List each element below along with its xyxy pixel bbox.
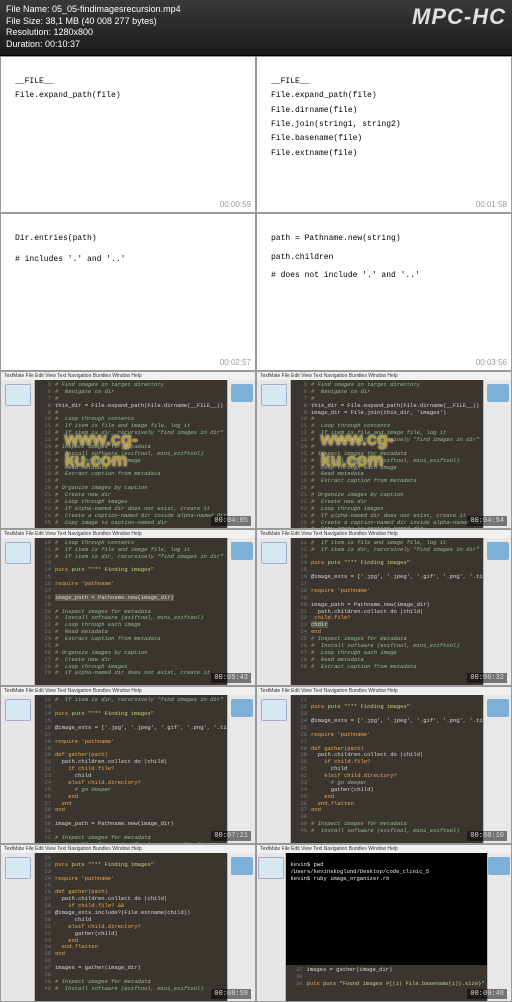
filename-label: File Name: 05_05-findimagesrecursion.mp4 — [6, 4, 181, 16]
file-panel — [1, 853, 35, 1001]
code-area: 5# Find images in target directory 6# Na… — [35, 380, 227, 528]
folder-icon — [487, 542, 509, 560]
dock — [483, 380, 511, 528]
thumb-4[interactable]: path = Pathname.new(string) path.childre… — [256, 213, 512, 371]
thumb-2[interactable]: __FILE__ File.expand_path(file) File.dir… — [256, 56, 512, 214]
file-icon — [5, 699, 31, 721]
timestamp: 00:01:58 — [476, 200, 507, 209]
file-icon — [5, 857, 31, 879]
folder-icon — [487, 384, 509, 402]
timestamp: 00:08:10 — [467, 831, 507, 841]
file-panel — [257, 538, 291, 686]
menubar: TextMate File Edit View Text Navigation … — [1, 372, 255, 380]
timestamp: 00:06:32 — [467, 673, 507, 683]
timestamp: 00:07:21 — [211, 831, 251, 841]
thumb-8[interactable]: TextMate File Edit View Text Navigation … — [256, 529, 512, 687]
timestamp: 00:03:56 — [476, 358, 507, 367]
dock — [483, 538, 511, 686]
dock — [483, 695, 511, 843]
file-icon — [261, 542, 287, 564]
app-name: MPC-HC — [412, 4, 506, 51]
file-icon — [258, 857, 284, 879]
menubar: TextMate File Edit View Text Navigation … — [257, 372, 511, 380]
code-line: # does not include '.' and '..' — [271, 269, 497, 283]
thumb-5[interactable]: TextMate File Edit View Text Navigation … — [0, 371, 256, 529]
code-area: 21 22puts puts "*** Finding images" 23 2… — [35, 853, 227, 1001]
dock — [227, 538, 255, 686]
code-line: File.expand_path(file) — [15, 89, 241, 103]
file-panel — [257, 695, 291, 843]
resolution-label: Resolution: 1280x800 — [6, 27, 181, 39]
file-panel — [257, 380, 291, 528]
file-panel — [1, 538, 35, 686]
thumb-12[interactable]: TextMate File Edit View Text Navigation … — [256, 844, 512, 1002]
code-area: 11# If item is file and image file, log … — [291, 538, 483, 686]
folder-icon — [488, 857, 510, 875]
code-line: Dir.entries(path) — [15, 232, 241, 246]
menubar: TextMate File Edit View Text Navigation … — [257, 845, 511, 853]
code-line: path = Pathname.new(string) — [271, 232, 497, 246]
code-area: 5# Find images in target directory 6# Na… — [291, 380, 483, 528]
menubar: TextMate File Edit View Text Navigation … — [257, 530, 511, 538]
menubar: TextMate File Edit View Text Navigation … — [1, 845, 255, 853]
file-icon — [5, 384, 31, 406]
thumb-9[interactable]: TextMate File Edit View Text Navigation … — [0, 686, 256, 844]
file-panel — [1, 695, 35, 843]
timestamp: 00:05:43 — [211, 673, 251, 683]
thumb-3[interactable]: Dir.entries(path) # includes '.' and '..… — [0, 213, 256, 371]
thumb-6[interactable]: TextMate File Edit View Text Navigation … — [256, 371, 512, 529]
code-line: # includes '.' and '..' — [15, 253, 241, 267]
code-line: File.extname(file) — [271, 147, 497, 161]
duration-label: Duration: 00:10:37 — [6, 39, 181, 51]
code-line: __FILE__ — [271, 75, 497, 89]
folder-icon — [231, 857, 253, 875]
code-line: File.basename(file) — [271, 132, 497, 146]
timestamp: 00:00:59 — [220, 200, 251, 209]
file-icon — [261, 384, 287, 406]
file-info: File Name: 05_05-findimagesrecursion.mp4… — [6, 4, 181, 51]
folder-icon — [231, 384, 253, 402]
thumb-11[interactable]: TextMate File Edit View Text Navigation … — [0, 844, 256, 1002]
code-line: path.children — [271, 251, 497, 265]
file-icon — [261, 699, 287, 721]
menubar: TextMate File Edit View Text Navigation … — [1, 687, 255, 695]
file-panel — [1, 380, 35, 528]
menubar: TextMate File Edit View Text Navigation … — [1, 530, 255, 538]
thumb-10[interactable]: TextMate File Edit View Text Navigation … — [256, 686, 512, 844]
folder-icon — [231, 699, 253, 717]
file-panel — [257, 853, 286, 1001]
thumb-7[interactable]: TextMate File Edit View Text Navigation … — [0, 529, 256, 687]
code-line: __FILE__ — [15, 75, 241, 89]
code-area: 21 22puts puts "*** Finding images" 23 2… — [291, 695, 483, 843]
code-line: File.expand_path(file) — [271, 89, 497, 103]
dock — [227, 853, 255, 1001]
thumbnail-grid: __FILE__ File.expand_path(file) 00:00:59… — [0, 56, 512, 1002]
menubar: TextMate File Edit View Text Navigation … — [257, 687, 511, 695]
timestamp: 00:04:05 — [211, 516, 251, 526]
thumb-1[interactable]: __FILE__ File.expand_path(file) 00:00:59 — [0, 56, 256, 214]
folder-icon — [487, 699, 509, 717]
timestamp: 00:04:54 — [467, 516, 507, 526]
code-line: File.dirname(file) — [271, 104, 497, 118]
timestamp: 00:02:57 — [220, 358, 251, 367]
code-area: 12# If item is dir, recursively "find im… — [35, 695, 227, 843]
dock — [487, 853, 511, 1001]
dock — [227, 695, 255, 843]
video-header: File Name: 05_05-findimagesrecursion.mp4… — [0, 0, 512, 56]
code-area: 37images = gather(image_dir) 38 39puts p… — [286, 965, 486, 1001]
terminal: kevin$ pwd /Users/kevinskoglund/Desktop/… — [286, 853, 486, 965]
dock — [227, 380, 255, 528]
file-icon — [5, 542, 31, 564]
folder-icon — [231, 542, 253, 560]
filesize-label: File Size: 38,1 MB (40 008 277 bytes) — [6, 16, 181, 28]
code-line: File.join(string1, string2) — [271, 118, 497, 132]
code-area: 10# Loop through contents 11# If item is… — [35, 538, 227, 686]
